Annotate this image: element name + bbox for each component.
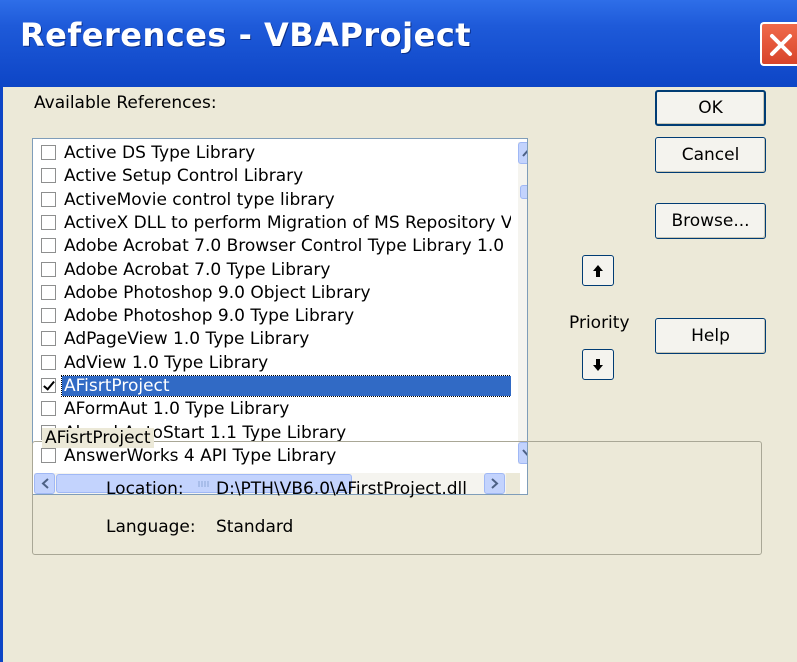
reference-checkbox[interactable] [41, 401, 56, 416]
reference-label: ActiveMovie control type library [64, 190, 335, 210]
window-title: References - VBAProject [20, 16, 472, 54]
reference-item[interactable]: AdView 1.0 Type Library [33, 352, 511, 375]
location-label: Location: [106, 479, 184, 499]
reference-label: Adobe Photoshop 9.0 Object Library [64, 283, 371, 303]
reference-item[interactable]: Active DS Type Library [33, 142, 511, 165]
reference-checkbox[interactable] [41, 145, 56, 160]
reference-label: Adobe Photoshop 9.0 Type Library [64, 306, 355, 326]
close-icon [770, 34, 792, 56]
priority-down-button[interactable] [582, 349, 614, 380]
reference-label: AdPageView 1.0 Type Library [64, 329, 310, 349]
title-bar: References - VBAProject [0, 0, 797, 87]
reference-label: Active Setup Control Library [64, 166, 304, 186]
references-rows: Active DS Type Library Active Setup Contr… [33, 142, 511, 472]
priority-up-button[interactable] [582, 255, 614, 286]
chevron-up-icon [522, 150, 527, 157]
reference-item[interactable]: Adobe Photoshop 9.0 Object Library [33, 282, 511, 305]
reference-item[interactable]: AdPageView 1.0 Type Library [33, 328, 511, 351]
reference-label: Active DS Type Library [64, 143, 256, 163]
details-title: AFisrtProject [42, 428, 154, 448]
reference-item[interactable]: Adobe Photoshop 9.0 Type Library [33, 305, 511, 328]
reference-label: AFisrtProject [61, 375, 511, 397]
reference-item[interactable]: Adobe Acrobat 7.0 Browser Control Type L… [33, 235, 511, 258]
reference-checkbox[interactable] [41, 192, 56, 207]
help-button[interactable]: Help [655, 318, 766, 354]
reference-item[interactable]: AFormAut 1.0 Type Library [33, 398, 511, 421]
available-references-label: Available References: [34, 93, 217, 113]
dialog-body: Available References: Active DS Type Lib… [0, 87, 797, 662]
close-button[interactable] [760, 22, 797, 66]
reference-checkbox[interactable] [41, 168, 56, 183]
reference-item[interactable]: ActiveMovie control type library [33, 189, 511, 212]
browse-button[interactable]: Browse... [655, 203, 766, 239]
reference-label: AdView 1.0 Type Library [64, 353, 269, 373]
reference-checkbox[interactable] [41, 262, 56, 277]
reference-label: ActiveX DLL to perform Migration of MS R… [64, 213, 511, 233]
priority-label: Priority [569, 313, 630, 333]
vertical-scroll-thumb[interactable] [520, 185, 527, 199]
language-value: Standard [216, 517, 294, 537]
reference-item[interactable]: Active Setup Control Library [33, 165, 511, 188]
cancel-button[interactable]: Cancel [655, 137, 766, 173]
reference-checkbox[interactable] [41, 331, 56, 346]
reference-item[interactable]: Adobe Acrobat 7.0 Type Library [33, 259, 511, 282]
location-value: D:\PTH\VB6.0\AFirstProject.dll [216, 479, 467, 499]
reference-label: Adobe Acrobat 7.0 Type Library [64, 260, 331, 280]
reference-checkbox[interactable] [41, 215, 56, 230]
reference-label: AFormAut 1.0 Type Library [64, 399, 290, 419]
reference-checkbox[interactable] [41, 355, 56, 370]
reference-checkbox[interactable] [41, 378, 56, 393]
reference-item[interactable]: ActiveX DLL to perform Migration of MS R… [33, 212, 511, 235]
reference-label: Adobe Acrobat 7.0 Browser Control Type L… [64, 236, 505, 256]
ok-button[interactable]: OK [655, 90, 766, 126]
arrow-down-icon [593, 358, 603, 371]
reference-checkbox[interactable] [41, 238, 56, 253]
reference-checkbox[interactable] [41, 285, 56, 300]
arrow-up-icon [593, 264, 603, 277]
reference-item[interactable]: AFisrtProject [33, 375, 511, 398]
language-label: Language: [106, 517, 196, 537]
scroll-up-button[interactable] [518, 142, 527, 164]
reference-checkbox[interactable] [41, 308, 56, 323]
